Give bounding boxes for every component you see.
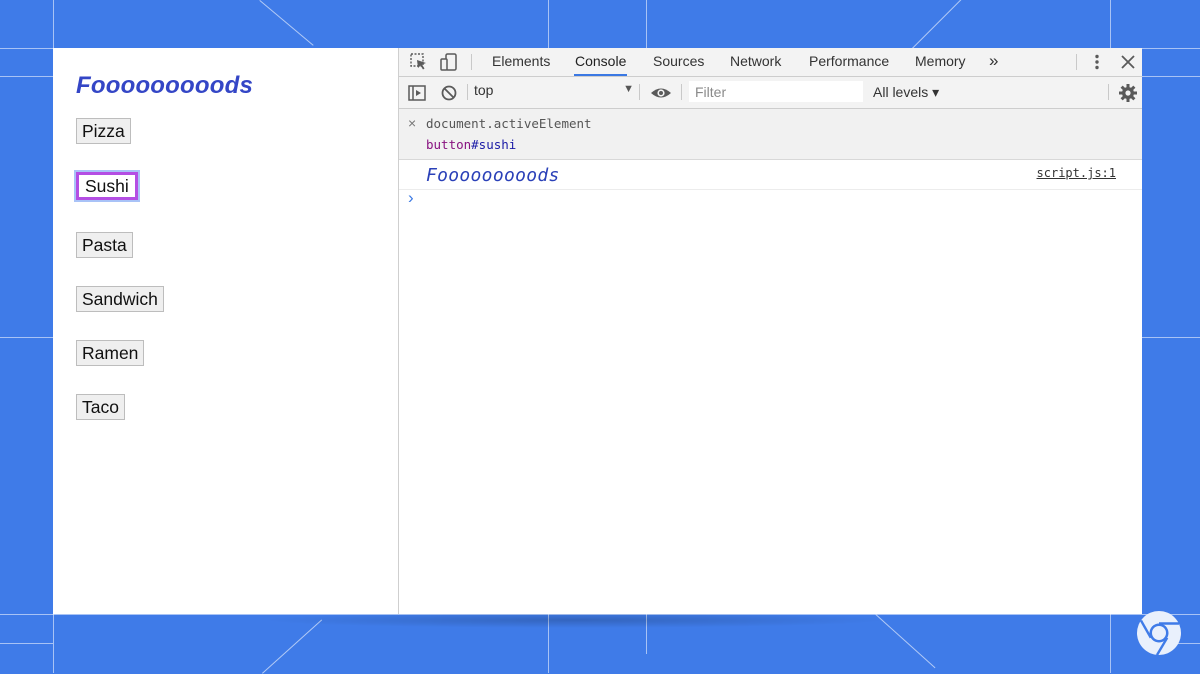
log-message: Fooooooooods <box>426 165 560 186</box>
device-toolbar-icon[interactable] <box>439 52 459 72</box>
chrome-logo-icon <box>1135 609 1183 657</box>
page-heading: Fooooooooods <box>76 72 254 99</box>
console-result[interactable]: button#sushi <box>426 137 516 152</box>
context-value: top <box>474 82 494 98</box>
toolbar-divider <box>1108 84 1109 100</box>
tab-console[interactable]: Console <box>574 48 628 76</box>
log-levels-dropdown[interactable]: All levels ▾ <box>873 84 939 101</box>
toolbar-divider <box>1076 54 1077 70</box>
pasta-button[interactable]: Pasta <box>76 232 133 258</box>
sandwich-button[interactable]: Sandwich <box>76 286 164 312</box>
bg-grid-line <box>1110 0 1111 48</box>
devtools-panel: Elements Console Sources Network Perform… <box>398 48 1142 614</box>
toolbar-divider <box>681 84 682 100</box>
bg-grid-line <box>1110 614 1111 673</box>
context-select[interactable]: top ▼ <box>474 82 634 102</box>
tab-memory[interactable]: Memory <box>914 48 967 76</box>
console-log-row: Fooooooooods script.js:1 <box>399 160 1142 190</box>
command-marker-icon: × <box>408 115 417 131</box>
show-sidebar-icon[interactable] <box>407 83 427 103</box>
console-output: × document.activeElement button#sushi Fo… <box>399 109 1142 614</box>
console-toolbar: top ▼ All levels ▾ <box>399 77 1142 109</box>
console-command-entry: × document.activeElement button#sushi <box>399 109 1142 160</box>
toolbar-divider <box>467 84 468 100</box>
kebab-menu-icon[interactable] <box>1087 52 1107 72</box>
filter-input[interactable] <box>689 81 863 102</box>
toolbar-divider <box>639 84 640 100</box>
console-command: document.activeElement <box>426 116 592 131</box>
result-id: #sushi <box>471 137 517 152</box>
bg-diagonal-line <box>259 0 314 46</box>
tab-elements[interactable]: Elements <box>491 48 551 76</box>
more-tabs-button[interactable]: » <box>988 48 999 76</box>
bg-grid-line <box>1142 76 1200 77</box>
ramen-button[interactable]: Ramen <box>76 340 145 366</box>
inspect-element-icon[interactable] <box>409 52 429 72</box>
bg-grid-line <box>0 337 53 338</box>
devtools-tabbar: Elements Console Sources Network Perform… <box>399 48 1142 77</box>
live-expression-icon[interactable] <box>649 83 673 103</box>
console-input[interactable] <box>426 189 1126 209</box>
tab-sources[interactable]: Sources <box>652 48 705 76</box>
bg-grid-line <box>548 0 549 48</box>
sushi-button[interactable]: Sushi <box>74 170 140 202</box>
taco-button[interactable]: Taco <box>76 394 125 420</box>
gear-icon[interactable] <box>1117 82 1139 104</box>
page-viewport: Fooooooooods Pizza Sushi Pasta Sandwich … <box>53 48 398 614</box>
tab-performance[interactable]: Performance <box>808 48 890 76</box>
clear-console-icon[interactable] <box>439 83 459 103</box>
tab-network[interactable]: Network <box>729 48 782 76</box>
bg-grid-line <box>1142 337 1200 338</box>
bg-grid-line <box>646 0 647 48</box>
bg-grid-line <box>0 643 53 644</box>
chevron-down-icon: ▼ <box>623 83 634 95</box>
pizza-button[interactable]: Pizza <box>76 118 131 144</box>
toolbar-divider <box>471 54 472 70</box>
bg-grid-line <box>0 76 53 77</box>
bg-diagonal-line <box>912 0 963 49</box>
close-icon[interactable] <box>1118 52 1138 72</box>
browser-window: Fooooooooods Pizza Sushi Pasta Sandwich … <box>53 48 1142 614</box>
window-shadow <box>260 612 890 628</box>
result-tag: button <box>426 137 472 152</box>
log-source-link[interactable]: script.js:1 <box>1037 166 1116 180</box>
console-prompt: › <box>408 188 414 207</box>
